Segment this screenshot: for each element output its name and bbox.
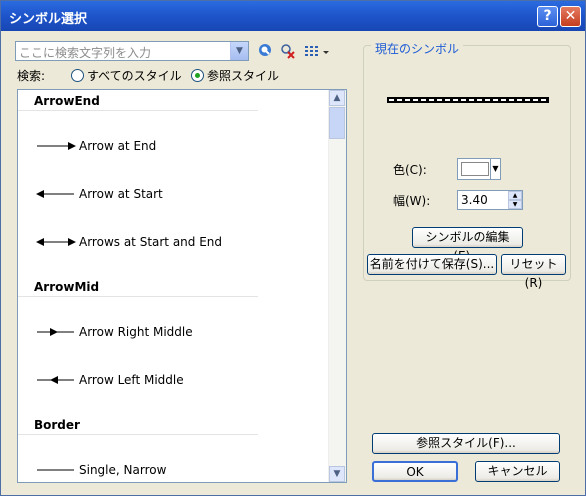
single-line-icon <box>37 469 74 471</box>
color-swatch <box>461 162 489 176</box>
window-title: シンボル選択 <box>9 12 88 27</box>
cancel-button[interactable]: キャンセル <box>475 461 560 482</box>
reference-styles-button[interactable]: 参照スタイル(F)... <box>372 433 560 454</box>
divider <box>18 296 258 297</box>
filter-label: 検索: <box>17 69 46 83</box>
spin-down-icon[interactable]: ▼ <box>508 200 522 209</box>
close-button[interactable]: ✕ <box>560 6 581 27</box>
arrow-at-end-icon <box>37 142 76 150</box>
chevron-down-icon[interactable]: ▼ <box>230 42 248 60</box>
category-header: ArrowMid <box>34 280 100 294</box>
divider <box>18 110 258 111</box>
radio-reference-styles[interactable] <box>191 69 204 82</box>
symbol-selector-dialog: シンボル選択 ? ✕ ここに検索文字列を入力 ▼ 検索: すべてのスタイル 参照… <box>0 0 586 496</box>
arrow-at-start-icon <box>36 190 74 198</box>
scroll-up-button[interactable]: ▲ <box>329 90 345 106</box>
view-options-icon[interactable] <box>303 43 331 61</box>
symbol-item-label: Arrow at End <box>79 139 157 153</box>
title-bar[interactable]: シンボル選択 ? ✕ <box>1 1 585 31</box>
ok-button[interactable]: OK <box>372 461 458 482</box>
width-label: 幅(W): <box>393 194 431 208</box>
symbol-item-label: Arrow Left Middle <box>79 373 184 387</box>
save-as-button[interactable]: 名前を付けて保存(S)... <box>367 254 497 275</box>
arrow-right-middle-icon <box>37 328 74 336</box>
radio-reference-styles-label[interactable]: 参照スタイル <box>207 67 279 84</box>
search-input[interactable]: ここに検索文字列を入力 <box>19 44 151 61</box>
symbol-list[interactable]: ArrowEnd Arrow at End Arrow at Start Arr… <box>17 89 347 483</box>
chevron-down-icon[interactable]: ▼ <box>490 159 500 179</box>
radio-all-styles-label[interactable]: すべてのスタイル <box>87 67 182 84</box>
vertical-scrollbar[interactable]: ▲ ▼ <box>328 90 346 482</box>
symbol-item-label: Arrow Right Middle <box>79 325 193 339</box>
color-picker[interactable]: ▼ <box>457 158 501 180</box>
width-input[interactable]: 3.40 <box>461 193 488 207</box>
clear-search-icon[interactable] <box>279 43 297 61</box>
spin-up-icon[interactable]: ▲ <box>508 191 522 200</box>
width-spinner[interactable]: 3.40 ▲ ▼ <box>457 190 523 210</box>
radio-all-styles[interactable] <box>71 69 84 82</box>
divider <box>18 434 258 435</box>
search-icon[interactable] <box>257 43 275 61</box>
symbol-item-label: Arrows at Start and End <box>79 235 223 249</box>
help-button[interactable]: ? <box>537 6 558 27</box>
edit-symbol-button[interactable]: シンボルの編集(E)... <box>412 227 523 263</box>
symbol-item-label: Single, Narrow <box>79 463 167 477</box>
scroll-thumb[interactable] <box>329 107 345 139</box>
arrows-both-ends-icon <box>36 238 76 246</box>
scroll-down-button[interactable]: ▼ <box>329 466 345 482</box>
symbol-preview <box>387 92 549 103</box>
arrow-left-middle-icon <box>37 376 74 384</box>
category-header: ArrowEnd <box>34 94 100 108</box>
search-combo[interactable]: ここに検索文字列を入力 ▼ <box>15 41 249 61</box>
reset-button[interactable]: リセット(R) <box>501 254 566 290</box>
color-label: 色(C): <box>393 163 427 177</box>
symbol-item-label: Arrow at Start <box>79 187 163 201</box>
current-symbol-group-title: 現在のシンボル <box>371 40 464 57</box>
category-header: Border <box>34 418 80 432</box>
